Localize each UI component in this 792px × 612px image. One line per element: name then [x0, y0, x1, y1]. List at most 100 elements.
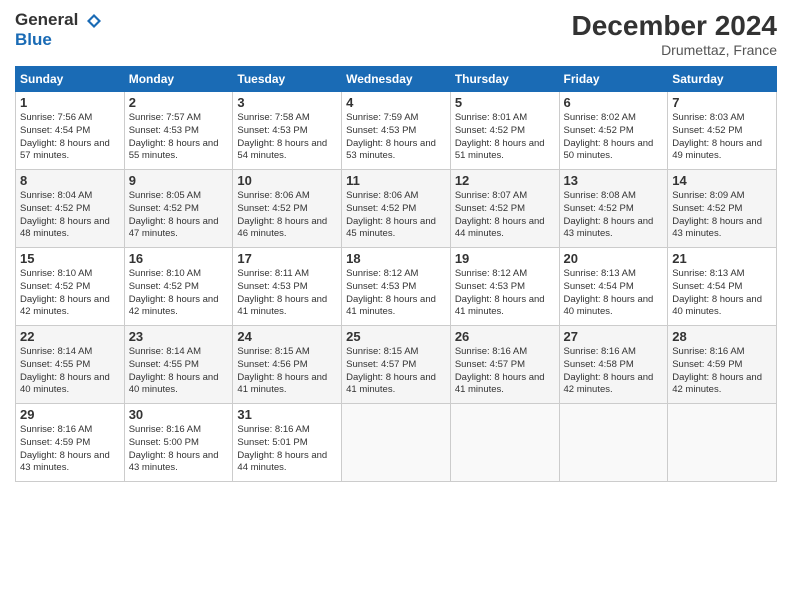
calendar-day-cell: 11Sunrise: 8:06 AM Sunset: 4:52 PM Dayli…	[342, 170, 451, 248]
day-info: Sunrise: 8:15 AM Sunset: 4:57 PM Dayligh…	[346, 346, 446, 397]
day-info: Sunrise: 7:59 AM Sunset: 4:53 PM Dayligh…	[346, 112, 446, 163]
calendar-day-cell: 10 Sunrise: 8:06 AM Sunset: 4:52 PM Dayli…	[233, 170, 342, 248]
calendar-day-cell: 12Sunrise: 8:07 AM Sunset: 4:52 PM Dayli…	[450, 170, 559, 248]
day-number: 24	[237, 329, 337, 344]
day-info: Sunrise: 8:01 AM Sunset: 4:52 PM Dayligh…	[455, 112, 555, 163]
calendar-day-cell: 14 Sunrise: 8:09 AM Sunset: 4:52 PM Dayli…	[668, 170, 777, 248]
header-monday: Monday	[124, 67, 233, 92]
day-info: Sunrise: 7:57 AM Sunset: 4:53 PM Dayligh…	[129, 112, 229, 163]
day-number: 27	[564, 329, 664, 344]
location: Drumettaz, France	[572, 42, 777, 58]
day-number: 26	[455, 329, 555, 344]
day-info: Sunrise: 8:10 AM Sunset: 4:52 PM Dayligh…	[20, 268, 120, 319]
logo-blue: Blue	[15, 30, 103, 50]
day-info: Sunrise: 8:06 AM Sunset: 4:52 PM Dayligh…	[237, 190, 337, 241]
calendar-day-cell: 3Sunrise: 7:58 AM Sunset: 4:53 PM Daylig…	[233, 92, 342, 170]
calendar-day-cell: 4 Sunrise: 7:59 AM Sunset: 4:53 PM Daylig…	[342, 92, 451, 170]
calendar-day-cell: 18Sunrise: 8:12 AM Sunset: 4:53 PM Dayli…	[342, 248, 451, 326]
day-number: 18	[346, 251, 446, 266]
calendar-day-cell: 31 Sunrise: 8:16 AM Sunset: 5:01 PM Dayli…	[233, 404, 342, 482]
calendar-day-cell: 23 Sunrise: 8:14 AM Sunset: 4:55 PM Dayli…	[124, 326, 233, 404]
calendar-day-cell: 22Sunrise: 8:14 AM Sunset: 4:55 PM Dayli…	[16, 326, 125, 404]
header-saturday: Saturday	[668, 67, 777, 92]
calendar-week-row: 1 Sunrise: 7:56 AM Sunset: 4:54 PM Daylig…	[16, 92, 777, 170]
calendar-day-cell: 13 Sunrise: 8:08 AM Sunset: 4:52 PM Dayli…	[559, 170, 668, 248]
calendar-day-cell: 28 Sunrise: 8:16 AM Sunset: 4:59 PM Dayli…	[668, 326, 777, 404]
day-number: 29	[20, 407, 120, 422]
day-number: 23	[129, 329, 229, 344]
day-number: 17	[237, 251, 337, 266]
day-number: 30	[129, 407, 229, 422]
calendar-day-cell: 21Sunrise: 8:13 AM Sunset: 4:54 PM Dayli…	[668, 248, 777, 326]
calendar-day-cell: 30 Sunrise: 8:16 AM Sunset: 5:00 PM Dayli…	[124, 404, 233, 482]
day-number: 31	[237, 407, 337, 422]
day-info: Sunrise: 8:16 AM Sunset: 5:00 PM Dayligh…	[129, 424, 229, 475]
calendar-day-cell: 9Sunrise: 8:05 AM Sunset: 4:52 PM Daylig…	[124, 170, 233, 248]
calendar-day-cell: 2 Sunrise: 7:57 AM Sunset: 4:53 PM Daylig…	[124, 92, 233, 170]
day-info: Sunrise: 8:12 AM Sunset: 4:53 PM Dayligh…	[455, 268, 555, 319]
calendar-table: Sunday Monday Tuesday Wednesday Thursday…	[15, 66, 777, 482]
day-info: Sunrise: 8:10 AM Sunset: 4:52 PM Dayligh…	[129, 268, 229, 319]
calendar-day-cell: 8Sunrise: 8:04 AM Sunset: 4:52 PM Daylig…	[16, 170, 125, 248]
day-info: Sunrise: 8:14 AM Sunset: 4:55 PM Dayligh…	[129, 346, 229, 397]
day-info: Sunrise: 8:07 AM Sunset: 4:52 PM Dayligh…	[455, 190, 555, 241]
calendar-day-cell: 1 Sunrise: 7:56 AM Sunset: 4:54 PM Daylig…	[16, 92, 125, 170]
day-info: Sunrise: 8:06 AM Sunset: 4:52 PM Dayligh…	[346, 190, 446, 241]
day-number: 7	[672, 95, 772, 110]
logo: General Blue	[15, 10, 103, 51]
day-info: Sunrise: 8:02 AM Sunset: 4:52 PM Dayligh…	[564, 112, 664, 163]
day-info: Sunrise: 8:05 AM Sunset: 4:52 PM Dayligh…	[129, 190, 229, 241]
day-info: Sunrise: 8:08 AM Sunset: 4:52 PM Dayligh…	[564, 190, 664, 241]
calendar-day-cell: 20 Sunrise: 8:13 AM Sunset: 4:54 PM Dayli…	[559, 248, 668, 326]
calendar-day-cell: 26 Sunrise: 8:16 AM Sunset: 4:57 PM Dayli…	[450, 326, 559, 404]
header: General Blue December 2024 Drumettaz, Fr…	[15, 10, 777, 58]
day-info: Sunrise: 8:16 AM Sunset: 4:58 PM Dayligh…	[564, 346, 664, 397]
calendar-week-row: 29 Sunrise: 8:16 AM Sunset: 4:59 PM Dayli…	[16, 404, 777, 482]
day-info: Sunrise: 8:16 AM Sunset: 4:57 PM Dayligh…	[455, 346, 555, 397]
calendar-day-cell: 15Sunrise: 8:10 AM Sunset: 4:52 PM Dayli…	[16, 248, 125, 326]
calendar-week-row: 15Sunrise: 8:10 AM Sunset: 4:52 PM Dayli…	[16, 248, 777, 326]
day-number: 20	[564, 251, 664, 266]
day-number: 13	[564, 173, 664, 188]
calendar-day-cell: 17Sunrise: 8:11 AM Sunset: 4:53 PM Dayli…	[233, 248, 342, 326]
day-info: Sunrise: 8:16 AM Sunset: 4:59 PM Dayligh…	[20, 424, 120, 475]
day-number: 8	[20, 173, 120, 188]
day-info: Sunrise: 8:16 AM Sunset: 4:59 PM Dayligh…	[672, 346, 772, 397]
day-number: 4	[346, 95, 446, 110]
day-number: 21	[672, 251, 772, 266]
header-wednesday: Wednesday	[342, 67, 451, 92]
header-friday: Friday	[559, 67, 668, 92]
day-number: 10	[237, 173, 337, 188]
calendar-day-cell: 27 Sunrise: 8:16 AM Sunset: 4:58 PM Dayli…	[559, 326, 668, 404]
day-info: Sunrise: 8:09 AM Sunset: 4:52 PM Dayligh…	[672, 190, 772, 241]
calendar-day-cell: 6Sunrise: 8:02 AM Sunset: 4:52 PM Daylig…	[559, 92, 668, 170]
day-number: 2	[129, 95, 229, 110]
day-number: 1	[20, 95, 120, 110]
calendar-day-cell: 7Sunrise: 8:03 AM Sunset: 4:52 PM Daylig…	[668, 92, 777, 170]
calendar-day-cell	[342, 404, 451, 482]
day-number: 3	[237, 95, 337, 110]
day-info: Sunrise: 8:14 AM Sunset: 4:55 PM Dayligh…	[20, 346, 120, 397]
logo-general: General	[15, 10, 103, 30]
month-title: December 2024	[572, 10, 777, 42]
calendar-day-cell: 25 Sunrise: 8:15 AM Sunset: 4:57 PM Dayli…	[342, 326, 451, 404]
day-number: 28	[672, 329, 772, 344]
calendar-day-cell: 16Sunrise: 8:10 AM Sunset: 4:52 PM Dayli…	[124, 248, 233, 326]
calendar-day-cell: 19 Sunrise: 8:12 AM Sunset: 4:53 PM Dayli…	[450, 248, 559, 326]
calendar-week-row: 22Sunrise: 8:14 AM Sunset: 4:55 PM Dayli…	[16, 326, 777, 404]
calendar-header-row: Sunday Monday Tuesday Wednesday Thursday…	[16, 67, 777, 92]
calendar-day-cell	[450, 404, 559, 482]
day-number: 25	[346, 329, 446, 344]
title-block: December 2024 Drumettaz, France	[572, 10, 777, 58]
header-sunday: Sunday	[16, 67, 125, 92]
logo-icon	[85, 12, 103, 30]
day-info: Sunrise: 7:56 AM Sunset: 4:54 PM Dayligh…	[20, 112, 120, 163]
day-number: 19	[455, 251, 555, 266]
header-tuesday: Tuesday	[233, 67, 342, 92]
day-number: 5	[455, 95, 555, 110]
day-number: 14	[672, 173, 772, 188]
calendar-day-cell: 24Sunrise: 8:15 AM Sunset: 4:56 PM Dayli…	[233, 326, 342, 404]
day-info: Sunrise: 8:13 AM Sunset: 4:54 PM Dayligh…	[564, 268, 664, 319]
day-info: Sunrise: 8:16 AM Sunset: 5:01 PM Dayligh…	[237, 424, 337, 475]
calendar-week-row: 8Sunrise: 8:04 AM Sunset: 4:52 PM Daylig…	[16, 170, 777, 248]
